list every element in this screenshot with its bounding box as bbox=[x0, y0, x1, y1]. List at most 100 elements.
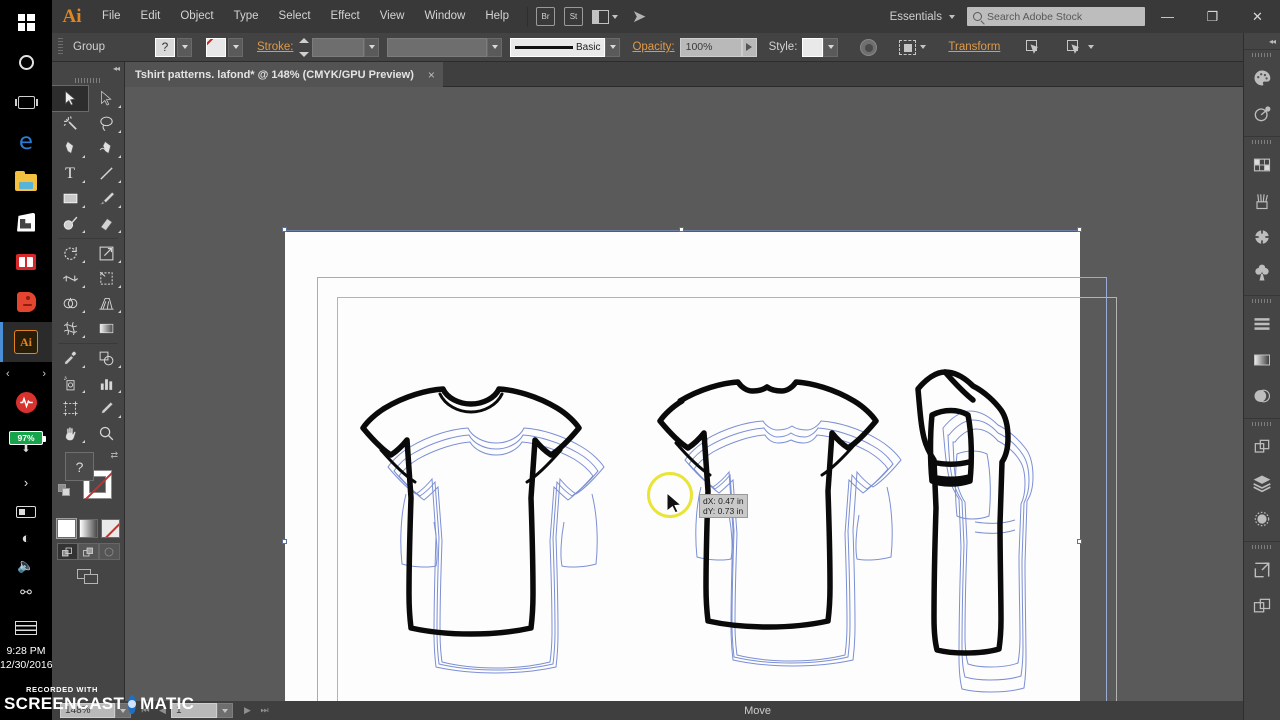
width-tool[interactable] bbox=[52, 266, 88, 291]
gradient-panel-button[interactable] bbox=[1244, 342, 1280, 378]
draw-inside-button[interactable] bbox=[98, 543, 120, 560]
stroke-profile-dropdown[interactable] bbox=[487, 37, 503, 57]
menu-help[interactable]: Help bbox=[475, 0, 519, 33]
menu-window[interactable]: Window bbox=[414, 0, 475, 33]
close-icon[interactable]: × bbox=[428, 68, 435, 82]
graphic-styles-button[interactable] bbox=[1244, 255, 1280, 291]
gradient-mode-button[interactable] bbox=[78, 519, 98, 538]
tools-collapse-button[interactable]: ◂◂ bbox=[52, 62, 124, 75]
stroke-weight-stepper[interactable] bbox=[299, 37, 312, 57]
action-center-button[interactable] bbox=[0, 608, 52, 648]
opacity-dropdown[interactable] bbox=[741, 37, 757, 57]
brush-dropdown[interactable] bbox=[605, 37, 621, 57]
stroke-weight-field[interactable] bbox=[312, 37, 365, 57]
eyedropper-tool[interactable] bbox=[52, 346, 88, 371]
draw-normal-button[interactable] bbox=[56, 543, 78, 560]
curvature-pen-tool[interactable] bbox=[88, 136, 124, 161]
fill-swatch[interactable]: ? bbox=[155, 37, 175, 57]
edge-button[interactable]: e bbox=[0, 122, 52, 162]
control-bar-grip[interactable] bbox=[58, 38, 63, 56]
stroke-weight-dropdown[interactable] bbox=[364, 37, 380, 57]
heart-monitor-tray-icon[interactable] bbox=[0, 382, 52, 422]
stock-search-input[interactable]: Search Adobe Stock bbox=[967, 7, 1145, 26]
hand-tool[interactable] bbox=[52, 421, 88, 446]
artboard-tool[interactable] bbox=[52, 396, 88, 421]
mesh-tool[interactable] bbox=[52, 316, 88, 341]
rectangle-tool[interactable] bbox=[52, 186, 88, 211]
brush-definition-preview[interactable]: Basic bbox=[510, 37, 606, 57]
canvas-area[interactable]: dX: 0.47 in dY: 0.73 in bbox=[125, 87, 1259, 701]
bridge-button[interactable]: Br bbox=[536, 7, 555, 26]
symbol-sprayer-tool[interactable] bbox=[52, 371, 88, 396]
recolor-artwork-icon[interactable] bbox=[860, 38, 878, 56]
shape-builder-tool[interactable] bbox=[52, 291, 88, 316]
selection-tool[interactable] bbox=[51, 85, 89, 112]
swap-fill-stroke-icon[interactable]: ⇄ bbox=[110, 450, 118, 461]
task-view-button[interactable] bbox=[0, 82, 52, 122]
menu-file[interactable]: File bbox=[92, 0, 131, 33]
swatches-panel-button[interactable] bbox=[1244, 147, 1280, 183]
dock-group-grip[interactable] bbox=[1244, 296, 1280, 306]
document-tab[interactable]: Tshirt patterns. lafond* @ 148% (CMYK/GP… bbox=[125, 62, 443, 87]
stroke-label[interactable]: Stroke: bbox=[257, 41, 293, 53]
close-button[interactable]: ✕ bbox=[1235, 0, 1280, 33]
scale-tool[interactable] bbox=[88, 241, 124, 266]
zoom-tool[interactable] bbox=[88, 421, 124, 446]
graphic-style-swatch[interactable] bbox=[802, 37, 824, 57]
menu-edit[interactable]: Edit bbox=[131, 0, 171, 33]
dock-group-grip[interactable] bbox=[1244, 542, 1280, 552]
minimize-button[interactable]: — bbox=[1145, 0, 1190, 33]
appearance-panel-button[interactable] bbox=[1244, 501, 1280, 537]
fill-dropdown[interactable] bbox=[177, 37, 192, 57]
pen-tool[interactable] bbox=[52, 136, 88, 161]
brushes-panel-button[interactable] bbox=[1244, 183, 1280, 219]
artboard-dropdown[interactable] bbox=[217, 703, 233, 718]
stroke-dropdown[interactable] bbox=[228, 37, 243, 57]
fill-color-swatch[interactable]: ? bbox=[65, 452, 94, 481]
symbols-panel-button[interactable] bbox=[1244, 219, 1280, 255]
perspective-grid-tool[interactable] bbox=[88, 291, 124, 316]
tshirt-artwork[interactable] bbox=[285, 232, 1080, 701]
dock-group-grip[interactable] bbox=[1244, 137, 1280, 147]
pathfinder-panel-button[interactable] bbox=[1244, 429, 1280, 465]
color-panel-button[interactable] bbox=[1244, 60, 1280, 96]
align-icon[interactable] bbox=[1026, 40, 1043, 54]
restore-button[interactable]: ❐ bbox=[1190, 0, 1235, 33]
dock-group-grip[interactable] bbox=[1244, 419, 1280, 429]
last-artboard-button[interactable]: ⏭ bbox=[256, 705, 273, 716]
tools-panel-grip[interactable] bbox=[52, 75, 124, 86]
stock-button[interactable]: St bbox=[564, 7, 583, 26]
chevron-right-icon[interactable]: › bbox=[42, 368, 46, 380]
illustrator-button[interactable]: Ai bbox=[0, 322, 52, 362]
opacity-label[interactable]: Opacity: bbox=[632, 41, 674, 53]
rotate-tool[interactable] bbox=[52, 241, 88, 266]
screen-mode-button[interactable] bbox=[52, 569, 124, 585]
transform-label[interactable]: Transform bbox=[948, 41, 1000, 53]
cortana-button[interactable] bbox=[0, 42, 52, 82]
solid-color-mode-button[interactable] bbox=[55, 518, 77, 539]
eraser-tool[interactable] bbox=[88, 211, 124, 236]
shaper-tool[interactable] bbox=[52, 211, 88, 236]
next-artboard-button[interactable]: ▶ bbox=[239, 705, 256, 716]
chevron-left-icon[interactable]: ‹ bbox=[6, 368, 10, 380]
bluetooth-tray-icon[interactable]: ⚯ bbox=[0, 572, 52, 612]
reader-button[interactable] bbox=[0, 242, 52, 282]
lasso-tool[interactable] bbox=[88, 111, 124, 136]
type-tool[interactable]: T bbox=[52, 161, 88, 186]
chevron-down-icon[interactable] bbox=[920, 45, 927, 49]
arrange-documents-button[interactable] bbox=[592, 9, 618, 24]
stock-rocket-icon[interactable]: ➤ bbox=[632, 7, 646, 27]
menu-select[interactable]: Select bbox=[269, 0, 321, 33]
workspace-switcher[interactable]: Essentials bbox=[878, 11, 967, 23]
gradient-tool[interactable] bbox=[88, 316, 124, 341]
column-graph-tool[interactable] bbox=[88, 371, 124, 396]
transparency-panel-button[interactable] bbox=[1244, 378, 1280, 414]
chevron-down-icon[interactable] bbox=[1088, 45, 1095, 49]
file-explorer-button[interactable] bbox=[0, 162, 52, 202]
stroke-profile-field[interactable] bbox=[387, 37, 488, 57]
start-button[interactable] bbox=[0, 2, 52, 42]
slice-tool[interactable] bbox=[88, 396, 124, 421]
dock-group-grip[interactable] bbox=[1244, 50, 1280, 60]
none-mode-button[interactable] bbox=[100, 519, 120, 538]
style-dropdown[interactable] bbox=[823, 37, 839, 57]
